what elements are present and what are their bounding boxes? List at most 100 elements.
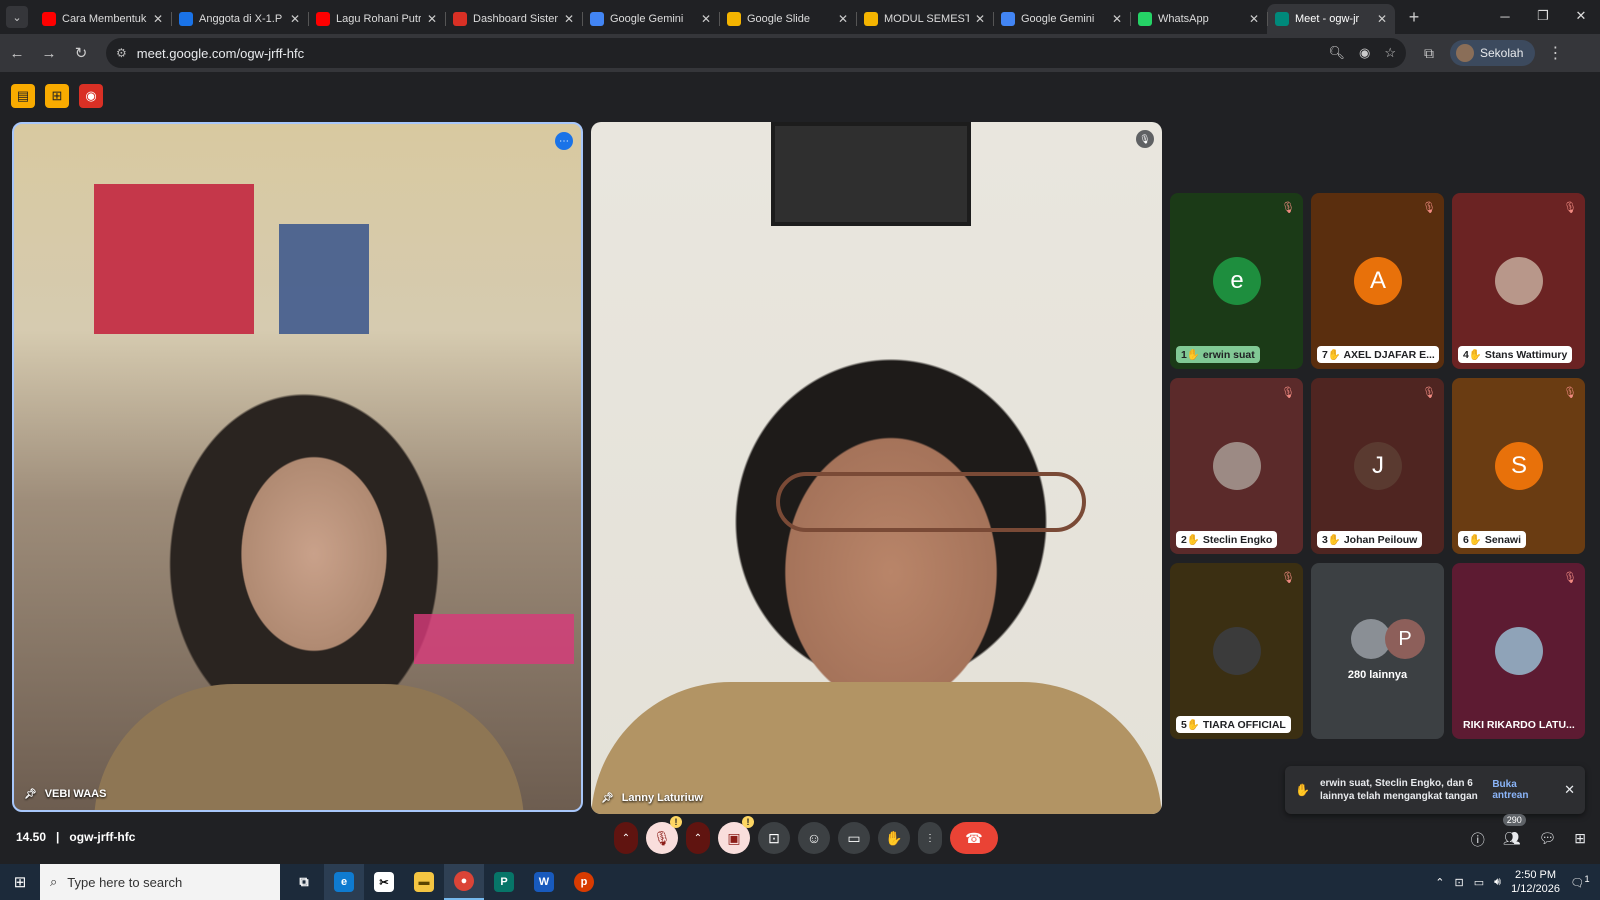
avatar: A <box>1354 257 1402 305</box>
participant-name: Lanny Laturiuw <box>621 792 703 804</box>
activities-icon[interactable]: ⊞ <box>1574 830 1586 850</box>
site-info-icon[interactable]: ⚙ <box>116 46 127 60</box>
record-icon[interactable]: ◉ <box>79 84 103 108</box>
browser-tab[interactable]: Google Slide ✕ <box>719 4 856 34</box>
search-icon: ⌕ <box>50 874 58 889</box>
end-call-icon: ☎ <box>965 829 983 846</box>
taskbar-clock[interactable]: 2:50 PM 1/12/2026 <box>1511 868 1560 896</box>
browser-tab[interactable]: Lagu Rohani Putri ✕ <box>308 4 445 34</box>
tray-chevron-icon[interactable]: ⌃ <box>1435 876 1444 889</box>
taskbar-search[interactable]: ⌕ Type here to search <box>40 864 280 900</box>
close-tab-icon[interactable]: ✕ <box>701 12 711 26</box>
captions-icon: ▭ <box>847 829 861 846</box>
captions-button[interactable]: ▭ <box>838 822 870 854</box>
browser-tab[interactable]: WhatsApp ✕ <box>1130 4 1267 34</box>
browser-tab[interactable]: Cara Membentuk ✕ <box>34 4 171 34</box>
close-tab-icon[interactable]: ✕ <box>838 12 848 26</box>
more-options-button[interactable]: ⋮ <box>918 822 942 854</box>
mic-muted-icon: 🎙︎ <box>1422 202 1436 214</box>
eye-icon[interactable]: ◉ <box>1359 45 1370 61</box>
browser-tab[interactable]: Google Gemini ✕ <box>582 4 719 34</box>
close-tab-icon[interactable]: ✕ <box>1112 12 1122 26</box>
browser-tab[interactable]: Google Gemini ✕ <box>993 4 1130 34</box>
participant-count-badge: 290 <box>1502 814 1526 826</box>
profile-button[interactable]: Sekolah <box>1450 40 1536 66</box>
chrome-menu-icon[interactable]: ⋮ <box>1545 43 1565 63</box>
close-tab-icon[interactable]: ✕ <box>564 12 574 26</box>
volume-icon[interactable]: 🔊︎ <box>1494 876 1501 889</box>
browser-tab[interactable]: Meet - ogw-jr ✕ <box>1267 4 1395 34</box>
notification-icon[interactable]: 🗨︎1 <box>1570 874 1590 890</box>
video-options-chevron-icon[interactable]: ⌃ <box>686 822 710 854</box>
extensions-icon[interactable]: ⧉ <box>1414 45 1444 62</box>
raise-hand-button[interactable]: ✋ <box>878 822 910 854</box>
restore-icon[interactable]: ❐ <box>1524 0 1562 32</box>
attendance-extension-icon[interactable]: ⊞ <box>45 84 69 108</box>
camera-off-button[interactable]: ▣! <box>718 816 754 854</box>
close-tab-icon[interactable]: ✕ <box>153 12 163 26</box>
participant-tile[interactable]: S 🎙︎ 6✋ Senawi <box>1452 378 1585 554</box>
leave-call-button[interactable]: ☎ <box>950 822 998 854</box>
chrome-icon[interactable]: ● <box>444 864 484 900</box>
participant-tile[interactable]: J 🎙︎ 3✋ Johan Peilouw <box>1311 378 1444 554</box>
slides-extension-icon[interactable]: ▤ <box>11 84 35 108</box>
reload-icon[interactable]: ↻ <box>66 38 96 68</box>
close-tab-icon[interactable]: ✕ <box>1377 12 1387 26</box>
publisher-icon[interactable]: P <box>484 864 524 900</box>
bookmark-star-icon[interactable]: ☆ <box>1384 45 1396 61</box>
doc-icon <box>179 12 193 26</box>
youtube-icon <box>42 12 56 26</box>
file-explorer-icon[interactable]: ▬ <box>404 864 444 900</box>
participant-tile[interactable]: 🎙︎ 5✋ TIARA OFFICIAL <box>1170 563 1303 739</box>
back-icon[interactable]: ← <box>2 38 32 68</box>
participant-tile[interactable]: 🎙︎ 2✋ Steclin Engko <box>1170 378 1303 554</box>
avatar <box>1495 627 1543 675</box>
mic-muted-icon: 🎙︎ <box>1422 387 1436 399</box>
raised-hand-icon: ✋ <box>1295 783 1310 797</box>
video-tile-vebi[interactable]: ⋯ 📌︎ VEBI WAAS <box>12 122 583 812</box>
participant-tile[interactable]: 🎙︎ 4✋ Stans Wattimury <box>1452 193 1585 369</box>
capcut-icon[interactable]: ✂ <box>364 864 404 900</box>
url-text: meet.google.com/ogw-jrff-hfc <box>136 45 305 61</box>
browser-tab[interactable]: MODUL SEMESTE ✕ <box>856 4 993 34</box>
close-tab-icon[interactable]: ✕ <box>290 12 300 26</box>
zoom-icon[interactable]: 🔍︎ <box>1328 45 1345 61</box>
network-icon[interactable]: ▭ <box>1474 876 1484 889</box>
mic-off-button[interactable]: 🎙︎! <box>646 816 682 854</box>
participant-tile[interactable]: A 🎙︎ 7✋ AXEL DJAFAR E... <box>1311 193 1444 369</box>
reactions-button[interactable]: ☺ <box>798 822 830 854</box>
open-queue-button[interactable]: Buka antrean <box>1492 779 1552 801</box>
close-toast-icon[interactable]: ✕ <box>1564 782 1575 798</box>
close-window-icon[interactable]: ✕ <box>1562 0 1600 32</box>
task-view-icon[interactable]: ⧉ <box>284 864 324 900</box>
meet-now-icon[interactable]: ⊡ <box>1455 876 1464 889</box>
minimize-icon[interactable]: ─ <box>1486 0 1524 32</box>
profile-avatar <box>1456 44 1474 62</box>
close-tab-icon[interactable]: ✕ <box>427 12 437 26</box>
word-icon[interactable]: W <box>524 864 564 900</box>
tile-name-vebi: 📌︎ VEBI WAAS <box>24 788 106 800</box>
close-tab-icon[interactable]: ✕ <box>975 12 985 26</box>
tab-search-button[interactable]: ⌄ <box>6 6 28 28</box>
video-tile-lanny[interactable]: 🎙︎ 📌︎ Lanny Laturiuw <box>591 122 1162 814</box>
present-screen-button[interactable]: ⊡ <box>758 822 790 854</box>
close-tab-icon[interactable]: ✕ <box>1249 12 1259 26</box>
new-tab-button[interactable]: + <box>1401 4 1427 30</box>
audio-options-chevron-icon[interactable]: ⌃ <box>614 822 638 854</box>
participant-tile[interactable]: e 🎙︎ 1✋ erwin suat <box>1170 193 1303 369</box>
edge-icon[interactable]: e <box>324 864 364 900</box>
more-participants-tile[interactable]: P 280 lainnya <box>1311 563 1444 739</box>
browser-tab[interactable]: Dashboard Sistem ✕ <box>445 4 582 34</box>
windows-start-icon[interactable]: ⊞ <box>0 864 40 900</box>
meeting-details-icon[interactable]: ⓘ <box>1471 830 1485 850</box>
browser-tab[interactable]: Anggota di X-1.P ✕ <box>171 4 308 34</box>
pdf-reader-icon[interactable]: p <box>564 864 604 900</box>
chat-icon[interactable]: 💬︎ <box>1538 830 1556 850</box>
tab-title: Dashboard Sistem <box>473 13 558 25</box>
people-icon[interactable]: 👥︎ 290 <box>1502 814 1526 850</box>
forward-icon[interactable]: → <box>34 38 64 68</box>
participant-tile[interactable]: 🎙︎ RIKI RIKARDO LATU... <box>1452 563 1585 739</box>
address-bar[interactable]: ⚙ meet.google.com/ogw-jrff-hfc 🔍︎ ◉ ☆ <box>106 38 1406 68</box>
slides-icon <box>727 12 741 26</box>
mic-off-icon: 🎙︎ <box>653 829 671 846</box>
